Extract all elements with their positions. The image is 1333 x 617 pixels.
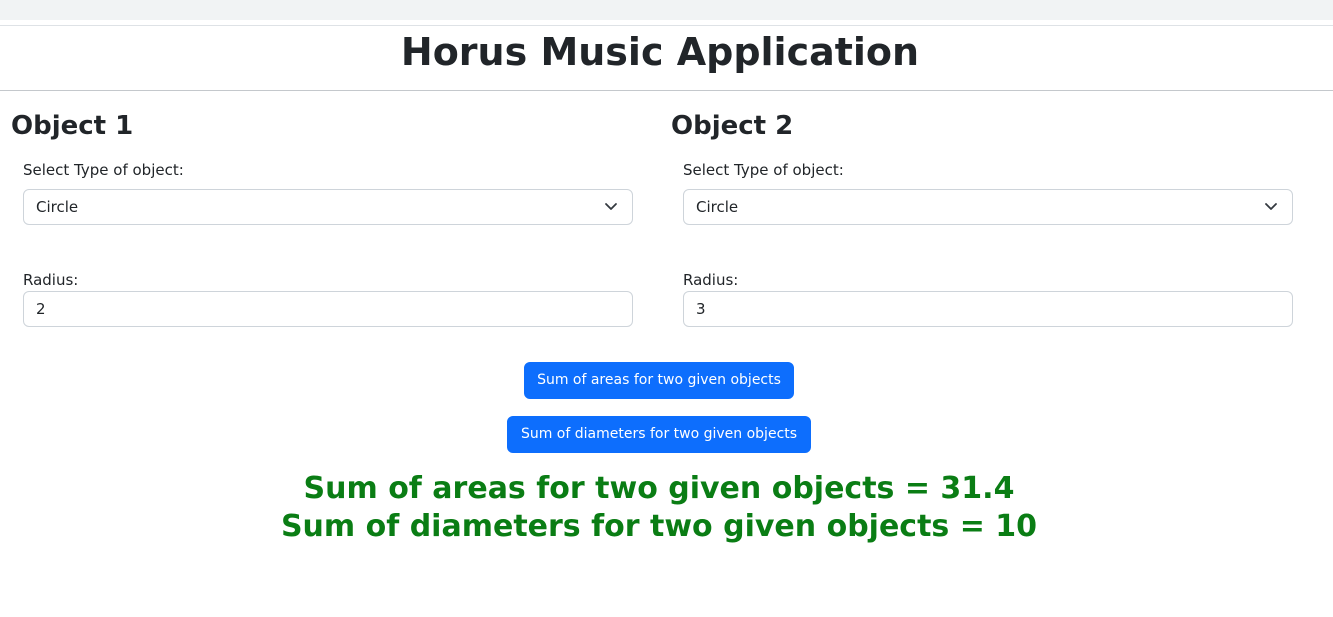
object-1-radius-input[interactable]: 2	[23, 291, 633, 327]
chevron-down-icon	[605, 203, 617, 210]
page-title: Horus Music Application	[400, 30, 920, 74]
object-2-radius-label: Radius:	[683, 271, 739, 289]
title-divider	[0, 90, 1333, 91]
object-1-type-value: Circle	[36, 198, 79, 216]
chevron-down-icon	[1265, 203, 1277, 210]
sum-areas-button[interactable]: Sum of areas for two given objects	[524, 362, 794, 399]
object-2-type-value: Circle	[696, 198, 739, 216]
object-1-heading: Object 1	[11, 111, 134, 141]
object-1-radius-label: Radius:	[23, 271, 79, 289]
object-1-panel: Object 1 Select Type of object: Circle R…	[11, 106, 651, 327]
object-1-type-select[interactable]: Circle	[23, 189, 633, 225]
top-divider	[0, 25, 1333, 26]
object-2-heading: Object 2	[671, 111, 794, 141]
browser-top-strip	[0, 0, 1333, 20]
sum-diameters-result: Sum of diameters for two given objects =…	[280, 509, 1038, 544]
object-1-type-label: Select Type of object:	[23, 161, 184, 179]
sum-diameters-button[interactable]: Sum of diameters for two given objects	[507, 416, 811, 453]
object-2-type-label: Select Type of object:	[683, 161, 844, 179]
sum-areas-result: Sum of areas for two given objects = 31.…	[303, 471, 1015, 506]
object-2-panel: Object 2 Select Type of object: Circle R…	[671, 106, 1311, 327]
object-2-type-select[interactable]: Circle	[683, 189, 1293, 225]
object-2-radius-input[interactable]: 3	[683, 291, 1293, 327]
